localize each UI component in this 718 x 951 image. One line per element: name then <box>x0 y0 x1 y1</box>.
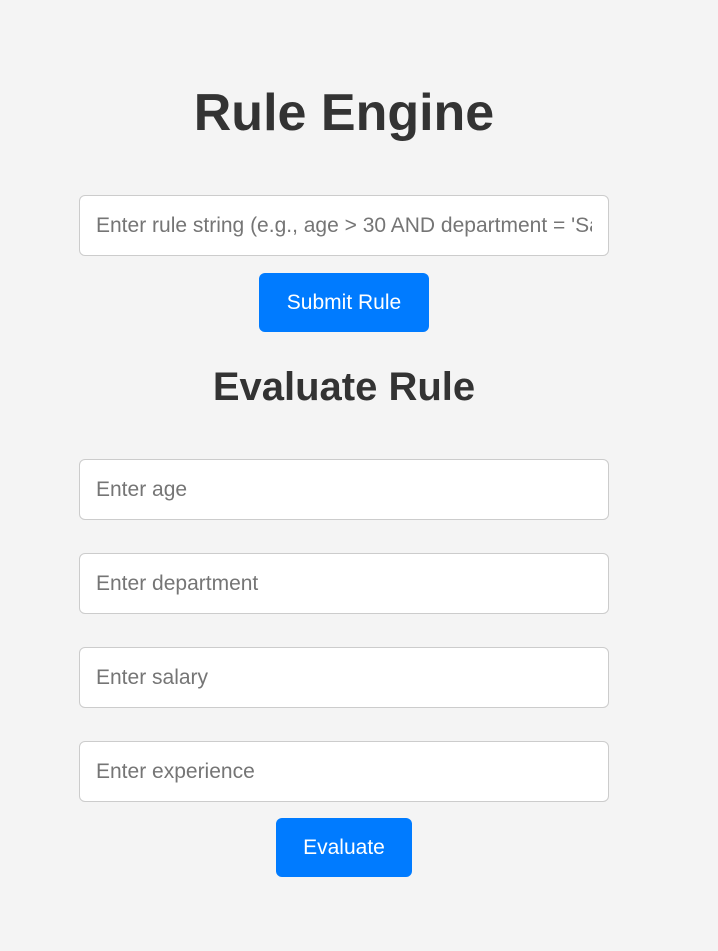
page: Rule Engine Submit Rule Evaluate Rule Ev… <box>0 0 718 951</box>
department-input[interactable] <box>79 553 609 614</box>
evaluate-button[interactable]: Evaluate <box>276 818 412 877</box>
evaluate-rule-heading: Evaluate Rule <box>212 365 476 409</box>
rule-string-input[interactable] <box>79 195 609 256</box>
salary-input[interactable] <box>79 647 609 708</box>
experience-input[interactable] <box>79 741 609 802</box>
age-input[interactable] <box>79 459 609 520</box>
submit-rule-button[interactable]: Submit Rule <box>259 273 429 332</box>
page-title: Rule Engine <box>193 84 495 142</box>
